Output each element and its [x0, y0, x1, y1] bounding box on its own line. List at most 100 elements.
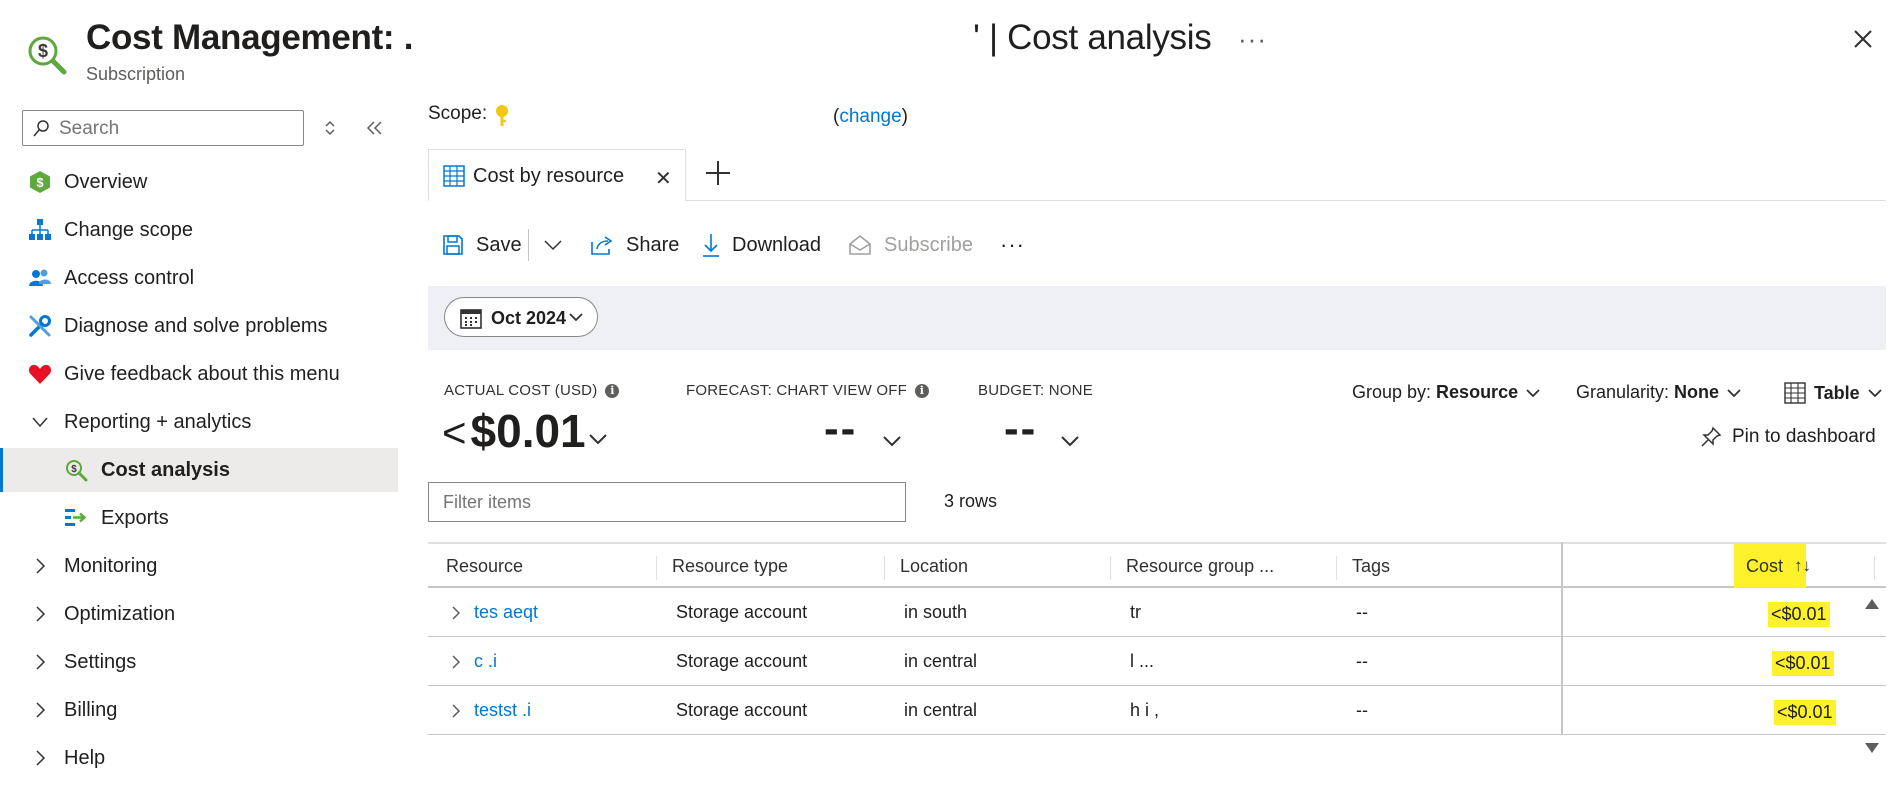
tab-label: Cost by resource: [473, 165, 625, 187]
sidebar-item-label: Diagnose and solve problems: [64, 314, 328, 337]
sidebar-group-reporting[interactable]: Reporting + analytics: [0, 400, 398, 444]
col-resource-type[interactable]: Resource type: [672, 556, 788, 577]
toolbar-more-button[interactable]: ···: [1000, 230, 1025, 260]
filter-items-field[interactable]: [428, 482, 906, 522]
pin-label: Pin to dashboard: [1732, 426, 1876, 447]
scope-change-link[interactable]: change: [839, 106, 901, 127]
table-row[interactable]: testst .i Storage account in central h i…: [428, 686, 1886, 735]
svg-text:$: $: [38, 41, 48, 61]
sidebar-group-billing[interactable]: Billing: [0, 688, 398, 732]
resource-link[interactable]: c .i: [474, 651, 497, 672]
col-resource-group[interactable]: Resource group ...: [1126, 556, 1274, 577]
col-cost[interactable]: Cost: [1746, 556, 1783, 577]
resource-type: Storage account: [676, 602, 808, 622]
resource-type: Storage account: [676, 651, 808, 671]
resource-link[interactable]: testst .i: [474, 700, 531, 721]
scroll-down-icon[interactable]: [1864, 742, 1880, 754]
chevron-down-icon: [1868, 389, 1882, 398]
overview-hex-icon: $: [30, 171, 50, 193]
sidebar-group-settings[interactable]: Settings: [0, 640, 398, 684]
group-by-dropdown[interactable]: Group by: Resource: [1352, 382, 1540, 403]
col-location[interactable]: Location: [900, 556, 968, 577]
tags: --: [1356, 700, 1368, 720]
cost: <$0.01: [1772, 651, 1834, 676]
table-row[interactable]: tes aeqt Storage account in south tr -- …: [428, 588, 1886, 637]
col-resource[interactable]: Resource: [446, 556, 523, 577]
sidebar-group-monitoring[interactable]: Monitoring: [0, 544, 398, 588]
save-button[interactable]: Save: [442, 230, 522, 260]
column-separator: [1874, 556, 1875, 580]
column-separator: [1336, 556, 1337, 580]
cost: <$0.01: [1768, 602, 1830, 627]
chevron-down-icon: [32, 417, 48, 428]
subscribe-icon: [849, 234, 871, 255]
tab-divider: [686, 200, 1886, 201]
sidebar-item-label: Change scope: [64, 218, 193, 241]
share-button[interactable]: Share: [590, 230, 679, 260]
scroll-up-icon[interactable]: [1864, 598, 1880, 610]
subscribe-button[interactable]: Subscribe: [848, 230, 973, 260]
chevron-right-icon[interactable]: [450, 704, 462, 718]
sort-icon[interactable]: ↑↓: [1794, 556, 1811, 576]
sidebar-item-label: Give feedback about this menu: [64, 362, 340, 385]
col-tags[interactable]: Tags: [1352, 556, 1390, 577]
sidebar-search[interactable]: [22, 110, 304, 146]
chevron-down-icon[interactable]: [882, 434, 902, 448]
chevron-down-icon: [544, 240, 562, 251]
group-by-value: Resource: [1436, 382, 1519, 402]
sidebar-item-access-control[interactable]: Access control: [0, 256, 398, 300]
table-row[interactable]: c .i Storage account in central l ... --…: [428, 637, 1886, 686]
table-grid-icon: [443, 165, 465, 187]
resource-link[interactable]: tes aeqt: [474, 602, 538, 623]
people-icon: [29, 269, 51, 286]
chevron-down-icon[interactable]: [588, 432, 608, 446]
view-dropdown[interactable]: Table: [1784, 382, 1882, 404]
sidebar-search-input[interactable]: [57, 115, 291, 143]
date-filter-pill[interactable]: Oct 2024: [444, 297, 598, 337]
sidebar-group-help[interactable]: Help: [0, 736, 398, 780]
download-label: Download: [732, 233, 821, 256]
resource-group: tr: [1130, 602, 1141, 622]
granularity-dropdown[interactable]: Granularity: None: [1576, 382, 1741, 403]
save-options-button[interactable]: [544, 230, 574, 260]
column-separator: [1110, 556, 1111, 580]
sidebar-item-exports[interactable]: Exports: [0, 496, 398, 540]
collapse-sidebar-icon[interactable]: [364, 118, 386, 138]
filter-items-input[interactable]: [441, 491, 885, 514]
column-separator: [656, 556, 657, 580]
add-tab-icon[interactable]: [703, 158, 733, 188]
sidebar-item-diagnose[interactable]: Diagnose and solve problems: [0, 304, 398, 348]
sidebar-group-optimization[interactable]: Optimization: [0, 592, 398, 636]
toolbar-separator: [528, 229, 529, 261]
info-icon[interactable]: i: [605, 384, 620, 398]
header-more-button[interactable]: ···: [1238, 24, 1267, 55]
tab-cost-by-resource[interactable]: Cost by resource ✕: [428, 149, 686, 201]
kpi-actual-label: ACTUAL COST (USD) i: [444, 382, 620, 399]
close-icon[interactable]: [1848, 24, 1878, 54]
sidebar-item-feedback[interactable]: Give feedback about this menu: [0, 352, 398, 396]
page-title: Cost Management: . ' | Cost analysis: [86, 18, 1212, 57]
calendar-icon: [460, 309, 482, 329]
download-button[interactable]: Download: [702, 230, 821, 260]
svg-text:$: $: [71, 464, 77, 475]
expand-collapse-icon[interactable]: [320, 118, 340, 138]
kpi-forecast-label: FORECAST: CHART VIEW OFF i: [686, 382, 929, 399]
sidebar-item-label: Exports: [101, 506, 169, 529]
chevron-down-icon: [1526, 388, 1540, 397]
sidebar-item-change-scope[interactable]: Change scope: [0, 208, 398, 252]
page-subtitle: Subscription: [86, 64, 186, 84]
chevron-down-icon[interactable]: [1060, 434, 1080, 448]
column-separator: [884, 556, 885, 580]
tab-close-icon[interactable]: ✕: [655, 166, 672, 191]
chevron-right-icon[interactable]: [450, 655, 462, 669]
sidebar-item-overview[interactable]: $ Overview: [0, 160, 398, 204]
kpi-budget-value: --: [1004, 404, 1038, 453]
chevron-right-icon: [36, 606, 46, 622]
sidebar-item-label: Help: [64, 746, 106, 769]
chevron-right-icon: [36, 750, 46, 766]
chevron-right-icon[interactable]: [450, 606, 462, 620]
sidebar-item-cost-analysis[interactable]: $ Cost analysis: [0, 448, 398, 492]
location: in central: [904, 700, 978, 720]
pin-to-dashboard-button[interactable]: Pin to dashboard: [1700, 426, 1876, 448]
info-icon[interactable]: i: [914, 384, 929, 398]
